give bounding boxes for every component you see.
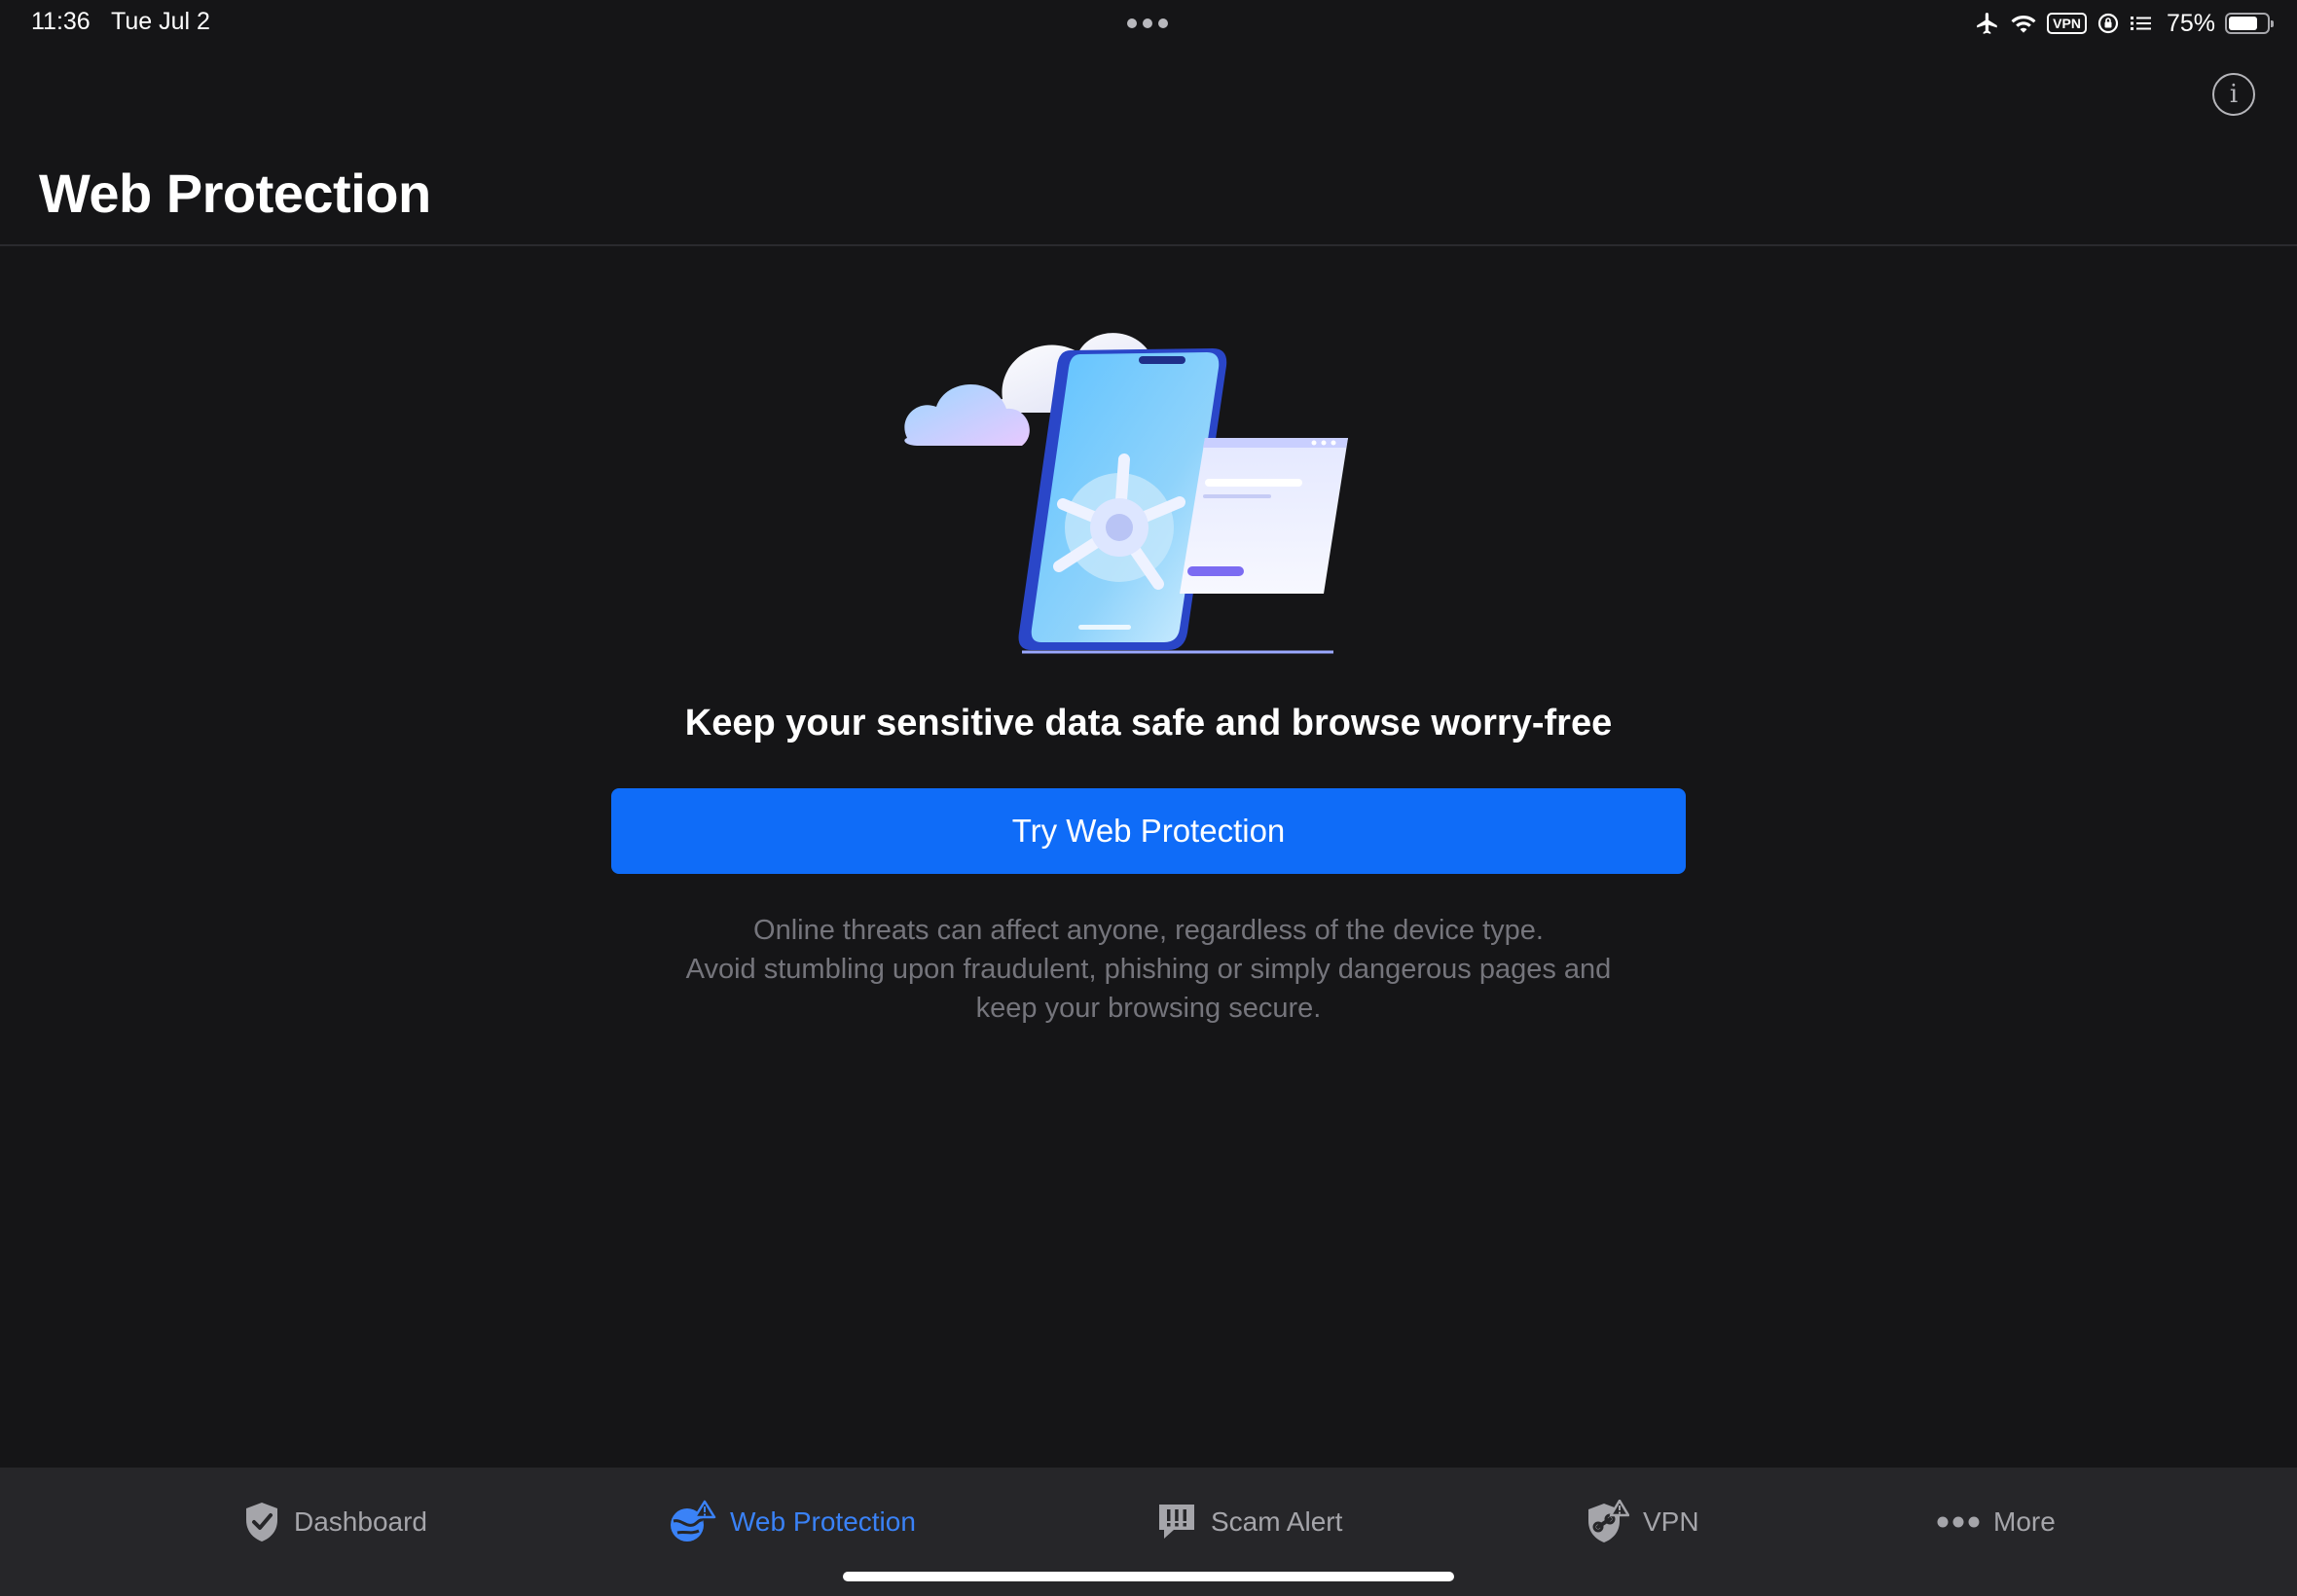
multitasking-dots-icon[interactable] — [1127, 18, 1168, 28]
browser-window-icon — [1180, 438, 1348, 594]
status-time: 11:36 — [31, 8, 91, 35]
shield-check-icon — [246, 1503, 277, 1542]
chat-alert-icon — [1159, 1505, 1194, 1539]
phone-vault-illustration — [904, 333, 1348, 654]
header-divider — [0, 244, 2297, 246]
home-indicator[interactable] — [843, 1572, 1454, 1581]
tab-label: Scam Alert — [1211, 1506, 1343, 1537]
tab-label: Web Protection — [730, 1506, 916, 1537]
info-button[interactable]: i — [2212, 73, 2255, 116]
shield-link-icon — [1588, 1500, 1629, 1542]
tab-label: VPN — [1643, 1506, 1699, 1537]
description-line: Online threats can affect anyone, regard… — [753, 915, 1544, 946]
battery-percent: 75% — [2166, 9, 2215, 37]
description: Online threats can affect anyone, regard… — [545, 911, 1752, 1028]
description-line: Avoid stumbling upon fraudulent, phishin… — [685, 954, 1612, 985]
tab-label: Dashboard — [294, 1506, 427, 1537]
tagline: Keep your sensitive data safe and browse… — [684, 703, 1613, 744]
airplane-icon — [1977, 13, 1997, 34]
tab-label: More — [1993, 1506, 2056, 1537]
globe-alert-icon — [671, 1500, 716, 1542]
vpn-badge: VPN — [2047, 13, 2087, 34]
rotation-lock-icon — [2097, 13, 2119, 34]
tab-web-protection[interactable]: Web Protection — [668, 1495, 916, 1549]
info-icon: i — [2229, 80, 2239, 109]
tab-dashboard[interactable]: Dashboard — [243, 1495, 427, 1549]
list-icon — [2130, 17, 2151, 30]
tab-vpn[interactable]: VPN — [1585, 1495, 1699, 1549]
web-protection-screen: 11:36 Tue Jul 2 VPN 75% i Web Protection — [0, 0, 2297, 1596]
status-date: Tue Jul 2 — [111, 8, 210, 35]
wifi-icon — [2011, 16, 2036, 33]
battery-icon — [2225, 13, 2274, 34]
status-icons: VPN 75% — [1975, 8, 2274, 39]
try-web-protection-button[interactable]: Try Web Protection — [611, 788, 1686, 874]
status-bar: 11:36 Tue Jul 2 VPN 75% — [0, 0, 2297, 49]
tab-more[interactable]: More — [1937, 1495, 2056, 1549]
tab-scam-alert[interactable]: Scam Alert — [1156, 1495, 1342, 1549]
page-title: Web Protection — [39, 163, 431, 224]
more-dots-icon — [1937, 1516, 1980, 1528]
description-line: keep your browsing secure. — [975, 993, 1322, 1024]
